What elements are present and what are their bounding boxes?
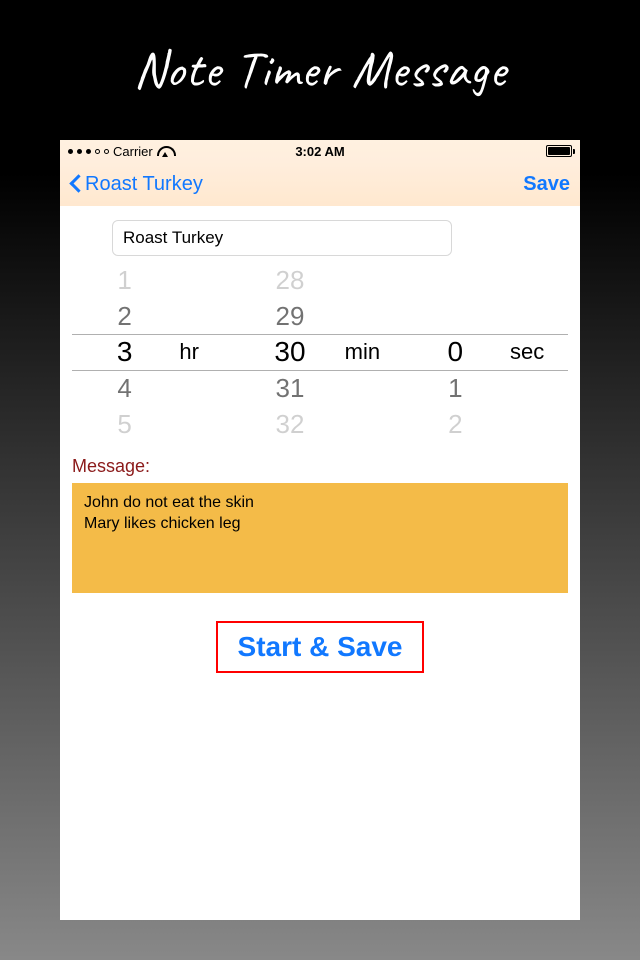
picker-seconds-label: sec (508, 262, 568, 442)
signal-dot-icon (86, 149, 91, 154)
picker-row-selected: 0 (403, 334, 508, 370)
picker-row: 1 (403, 370, 508, 406)
picker-row: 2 (72, 298, 177, 334)
signal-dot-icon (68, 149, 73, 154)
picker-row: 2 (403, 406, 508, 442)
phone-frame: Carrier 3:02 AM Roast Turkey Save 1 2 3 … (60, 140, 580, 920)
carrier-label: Carrier (113, 144, 153, 159)
picker-minutes-label: min (343, 262, 403, 442)
picker-row: 4 (72, 370, 177, 406)
signal-dot-icon (104, 149, 109, 154)
promo-title: Note Timer Message (0, 36, 640, 102)
picker-row: 5 (72, 406, 177, 442)
unit-label: sec (510, 339, 544, 365)
picker-row (403, 298, 508, 334)
picker-hours-label: hr (177, 262, 237, 442)
statusbar-left: Carrier (68, 144, 172, 159)
picker-minutes-column[interactable]: 28 29 30 31 32 (237, 262, 342, 442)
picker-row (403, 262, 508, 298)
unit-label: hr (179, 339, 199, 365)
start-save-button[interactable]: Start & Save (216, 621, 425, 673)
picker-row: 29 (237, 298, 342, 334)
picker-row-selected: 3 (72, 334, 177, 370)
picker-row: 31 (237, 370, 342, 406)
statusbar-right (546, 145, 572, 157)
picker-hours-column[interactable]: 1 2 3 4 5 (72, 262, 177, 442)
picker-seconds-column[interactable]: 0 1 2 (403, 262, 508, 442)
back-label: Roast Turkey (85, 173, 203, 196)
content-area: 1 2 3 4 5 hr 28 29 30 31 32 min (60, 206, 580, 920)
battery-icon (546, 145, 572, 157)
navbar: Roast Turkey Save (60, 162, 580, 206)
message-textarea[interactable]: John do not eat the skin Mary likes chic… (72, 483, 568, 593)
signal-dot-icon (77, 149, 82, 154)
wifi-icon (157, 146, 172, 157)
picker-row: 32 (237, 406, 342, 442)
timer-name-input[interactable] (112, 220, 452, 256)
chevron-left-icon (70, 173, 83, 195)
picker-row: 1 (72, 262, 177, 298)
save-button[interactable]: Save (523, 173, 570, 196)
start-save-wrap: Start & Save (72, 621, 568, 673)
time-picker[interactable]: 1 2 3 4 5 hr 28 29 30 31 32 min (72, 262, 568, 442)
statusbar: Carrier 3:02 AM (60, 140, 580, 162)
picker-row-selected: 30 (237, 334, 342, 370)
message-label: Message: (72, 456, 568, 477)
unit-label: min (345, 339, 380, 365)
back-button[interactable]: Roast Turkey (70, 173, 203, 196)
signal-dot-icon (95, 149, 100, 154)
picker-row: 28 (237, 262, 342, 298)
